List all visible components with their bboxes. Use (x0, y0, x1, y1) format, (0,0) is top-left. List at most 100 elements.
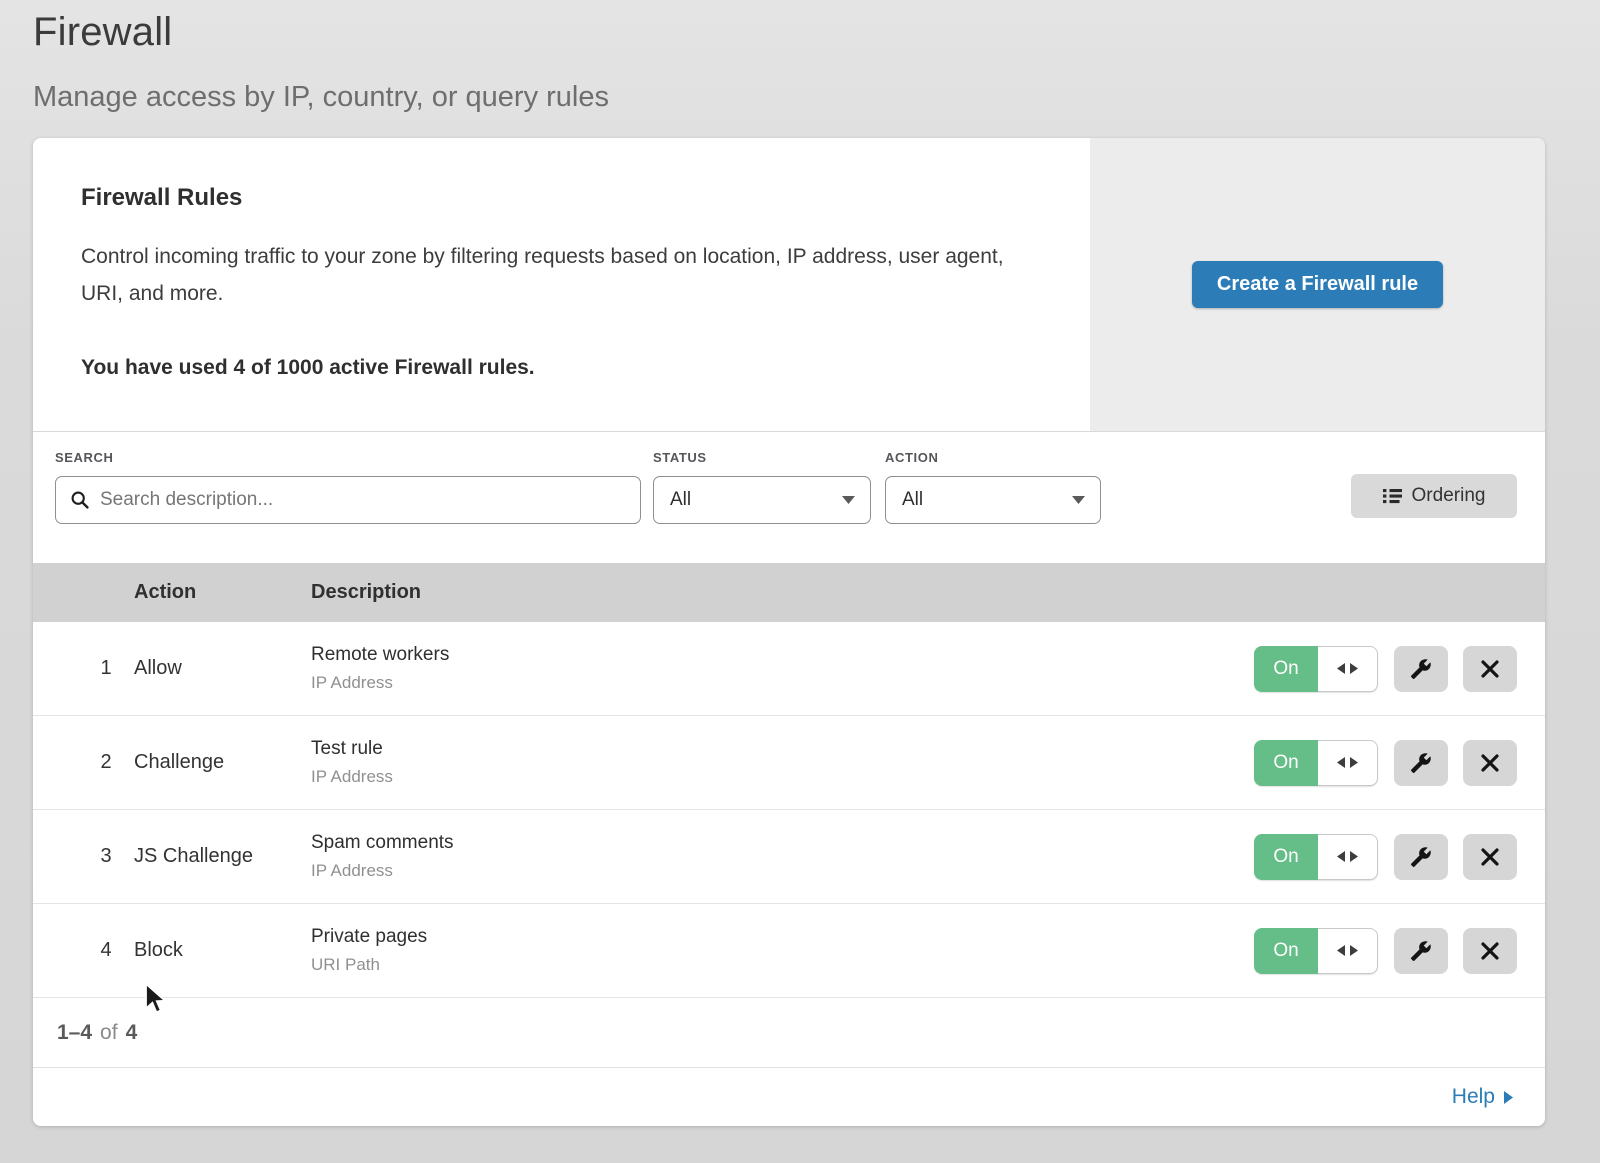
table-row: 3 JS Challenge Spam comments IP Address … (33, 810, 1545, 904)
rules-summary-text: Firewall Rules Control incoming traffic … (33, 138, 1090, 431)
arrow-right-icon (1350, 945, 1358, 956)
card-footer: Help (33, 1068, 1545, 1126)
toggle-arrows-segment[interactable] (1318, 834, 1378, 880)
page-title: Firewall (33, 8, 1567, 55)
rule-description-cell: Private pages URI Path (311, 926, 1254, 975)
toggle-on-segment[interactable]: On (1254, 834, 1318, 880)
firewall-rules-card: Firewall Rules Control incoming traffic … (33, 138, 1545, 1126)
close-icon (1481, 754, 1499, 772)
rule-controls: On (1254, 646, 1517, 692)
status-select[interactable]: All (653, 476, 871, 524)
edit-rule-button[interactable] (1394, 646, 1448, 692)
ordering-button[interactable]: Ordering (1351, 474, 1517, 518)
rule-action: JS Challenge (134, 845, 311, 868)
ordering-list-icon (1383, 488, 1402, 504)
create-rule-panel: Create a Firewall rule (1090, 138, 1545, 431)
arrow-right-icon (1350, 757, 1358, 768)
action-filter-group: ACTION All (871, 450, 1101, 524)
arrow-right-icon (1350, 851, 1358, 862)
rule-enabled-toggle[interactable]: On (1254, 740, 1378, 786)
edit-rule-button[interactable] (1394, 834, 1448, 880)
arrow-left-icon (1337, 851, 1345, 862)
rule-match-type: URI Path (311, 955, 1254, 975)
table-row: 1 Allow Remote workers IP Address On (33, 622, 1545, 716)
delete-rule-button[interactable] (1463, 646, 1517, 692)
rule-controls: On (1254, 834, 1517, 880)
rule-description-cell: Remote workers IP Address (311, 644, 1254, 693)
search-input[interactable] (100, 489, 626, 511)
wrench-icon (1410, 658, 1432, 680)
rule-description: Test rule (311, 738, 1254, 760)
rule-description-cell: Spam comments IP Address (311, 832, 1254, 881)
rule-controls: On (1254, 928, 1517, 974)
table-row: 4 Block Private pages URI Path On (33, 904, 1545, 998)
firewall-page: Firewall Manage access by IP, country, o… (0, 0, 1600, 1126)
filter-bar: SEARCH STATUS All ACTION (33, 432, 1545, 563)
rule-match-type: IP Address (311, 767, 1254, 787)
status-label: STATUS (653, 450, 871, 465)
help-link[interactable]: Help (1452, 1085, 1513, 1109)
toggle-arrows-segment[interactable] (1318, 646, 1378, 692)
wrench-icon (1410, 846, 1432, 868)
edit-rule-button[interactable] (1394, 928, 1448, 974)
rule-action: Block (134, 939, 311, 962)
close-icon (1481, 942, 1499, 960)
rule-action: Challenge (134, 751, 311, 774)
toggle-arrows-segment[interactable] (1318, 740, 1378, 786)
rule-enabled-toggle[interactable]: On (1254, 834, 1378, 880)
rule-priority: 3 (78, 845, 134, 868)
rule-action: Allow (134, 657, 311, 680)
rule-controls: On (1254, 740, 1517, 786)
help-link-label: Help (1452, 1085, 1495, 1109)
help-arrow-icon (1504, 1091, 1513, 1104)
rules-usage-count: You have used 4 of 1000 active Firewall … (81, 356, 1030, 380)
rule-enabled-toggle[interactable]: On (1254, 928, 1378, 974)
action-column-header: Action (134, 581, 311, 604)
page-subtitle: Manage access by IP, country, or query r… (33, 81, 1567, 114)
close-icon (1481, 848, 1499, 866)
rule-match-type: IP Address (311, 673, 1254, 693)
pagination-of: of (100, 1021, 118, 1045)
arrow-right-icon (1350, 663, 1358, 674)
toggle-on-segment[interactable]: On (1254, 646, 1318, 692)
chevron-down-icon (842, 496, 855, 504)
rule-description: Spam comments (311, 832, 1254, 854)
action-select-value: All (902, 489, 923, 511)
rules-heading: Firewall Rules (81, 184, 1030, 212)
pagination-range: 1–4 (57, 1021, 92, 1045)
status-select-value: All (670, 489, 691, 511)
delete-rule-button[interactable] (1463, 928, 1517, 974)
ordering-wrap: Ordering (1351, 450, 1517, 518)
delete-rule-button[interactable] (1463, 834, 1517, 880)
rule-match-type: IP Address (311, 861, 1254, 881)
delete-rule-button[interactable] (1463, 740, 1517, 786)
search-box[interactable] (55, 476, 641, 524)
chevron-down-icon (1072, 496, 1085, 504)
rule-priority: 1 (78, 657, 134, 680)
edit-rule-button[interactable] (1394, 740, 1448, 786)
search-filter-group: SEARCH (55, 450, 641, 524)
create-firewall-rule-button[interactable]: Create a Firewall rule (1192, 261, 1443, 308)
rules-summary-section: Firewall Rules Control incoming traffic … (33, 138, 1545, 432)
ordering-button-label: Ordering (1412, 485, 1486, 507)
description-column-header: Description (311, 581, 1517, 604)
rule-enabled-toggle[interactable]: On (1254, 646, 1378, 692)
rules-description: Control incoming traffic to your zone by… (81, 238, 1030, 312)
arrow-left-icon (1337, 663, 1345, 674)
table-row: 2 Challenge Test rule IP Address On (33, 716, 1545, 810)
rule-description: Remote workers (311, 644, 1254, 666)
close-icon (1481, 660, 1499, 678)
wrench-icon (1410, 752, 1432, 774)
toggle-on-segment[interactable]: On (1254, 928, 1318, 974)
pagination-bar: 1–4 of 4 (33, 998, 1545, 1068)
rule-priority: 4 (78, 939, 134, 962)
arrow-left-icon (1337, 757, 1345, 768)
toggle-arrows-segment[interactable] (1318, 928, 1378, 974)
action-label: ACTION (885, 450, 1101, 465)
pagination-total: 4 (126, 1021, 138, 1045)
action-select[interactable]: All (885, 476, 1101, 524)
table-header: Action Description (33, 563, 1545, 622)
toggle-on-segment[interactable]: On (1254, 740, 1318, 786)
rule-priority: 2 (78, 751, 134, 774)
wrench-icon (1410, 940, 1432, 962)
